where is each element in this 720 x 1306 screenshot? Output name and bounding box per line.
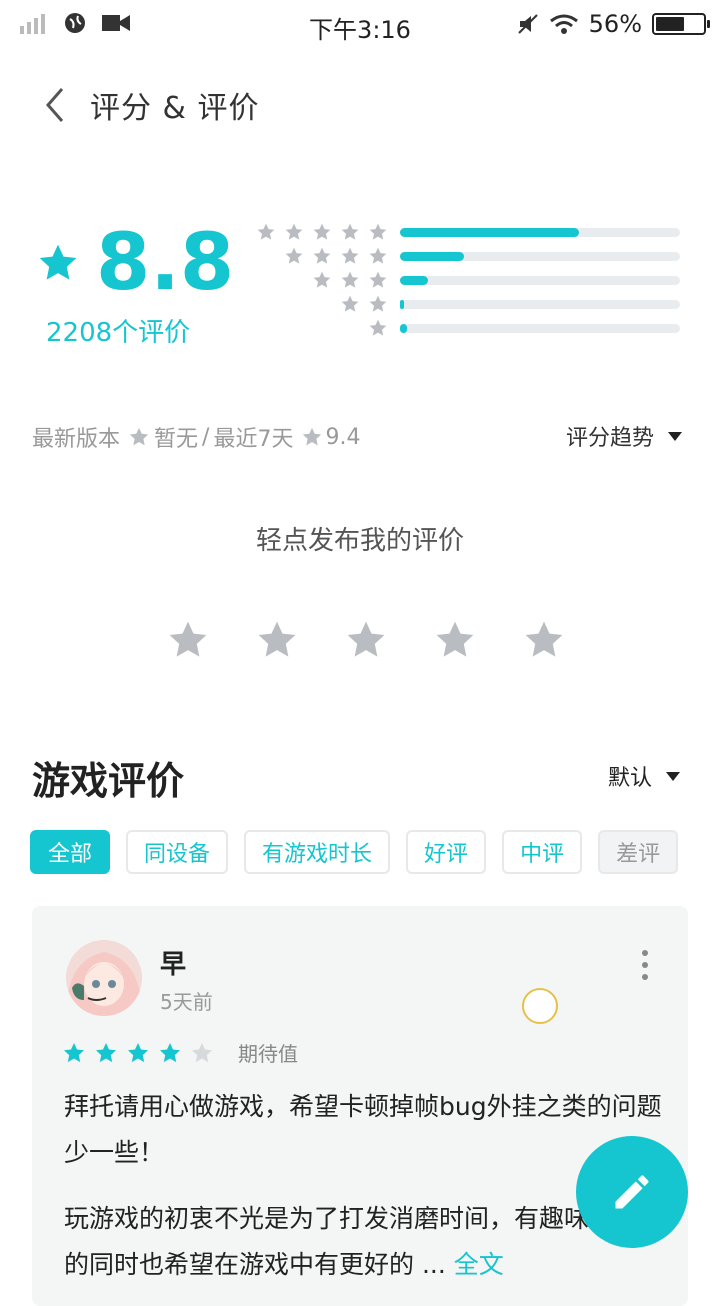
version-separator: / xyxy=(202,424,210,450)
review-text-1: 拜托请用心做游戏，希望卡顿掉帧bug外挂之类的问题少一些！ xyxy=(64,1092,662,1167)
pencil-icon xyxy=(615,1175,649,1209)
distribution-bar-fill xyxy=(400,227,580,237)
review-card[interactable]: 早 5天前 期待值 拜托请用心做游戏，希望卡顿掉帧bug外挂之类的问题少一些！ … xyxy=(32,906,688,1306)
review-star-icon xyxy=(96,1042,116,1062)
star-icon xyxy=(369,319,387,336)
page-title: 评分 & 评价 xyxy=(90,91,260,126)
touch-indicator xyxy=(522,988,558,1024)
distribution-row-5-star xyxy=(256,220,680,244)
distribution-row-2-star xyxy=(256,292,680,316)
rating-distribution xyxy=(256,220,680,340)
star-icon xyxy=(257,223,275,240)
star-icon xyxy=(313,271,331,288)
star-icon xyxy=(303,427,322,446)
star-icon xyxy=(341,295,359,312)
status-icons-right: 56% xyxy=(517,10,710,38)
sort-label: 默认 xyxy=(607,766,652,791)
distribution-bar xyxy=(400,323,680,333)
star-icon xyxy=(369,295,387,312)
star-icon xyxy=(369,223,387,240)
review-star-icon xyxy=(128,1042,148,1062)
distribution-stars xyxy=(256,294,388,314)
more-options-icon[interactable] xyxy=(642,950,648,980)
rate-star-1[interactable] xyxy=(166,618,210,662)
distribution-row-4-star xyxy=(256,244,680,268)
version-label: 最新版本 xyxy=(32,427,121,452)
full-text-link[interactable]: 全文 xyxy=(454,1250,504,1279)
distribution-bar xyxy=(400,275,680,285)
rate-star-5[interactable] xyxy=(522,618,566,662)
distribution-row-1-star xyxy=(256,316,680,340)
caret-down-icon xyxy=(666,771,680,781)
distribution-stars xyxy=(256,246,388,266)
page-header: 评分 & 评价 xyxy=(40,80,259,130)
filter-same-device[interactable]: 同设备 xyxy=(126,830,229,874)
star-icon xyxy=(129,427,149,446)
distribution-bar xyxy=(400,251,680,261)
review-tag: 期待值 xyxy=(238,1042,298,1066)
star-icon xyxy=(285,247,303,264)
overall-score: 8.8 xyxy=(96,218,235,308)
review-username[interactable]: 早 xyxy=(160,944,186,981)
rate-star-4[interactable] xyxy=(433,618,477,662)
filter-negative[interactable]: 差评 xyxy=(598,830,679,874)
distribution-stars xyxy=(256,222,388,242)
filter-all[interactable]: 全部 xyxy=(30,830,111,874)
review-star-icon xyxy=(160,1042,180,1062)
score-summary: 8.8 2208个评价 xyxy=(36,220,236,349)
distribution-stars xyxy=(256,270,388,290)
rating-trend-dropdown[interactable]: 评分趋势 xyxy=(566,420,682,452)
recent-score: 9.4 xyxy=(325,424,361,450)
filter-neutral[interactable]: 中评 xyxy=(502,830,583,874)
rate-prompt: 轻点发布我的评价 xyxy=(255,526,464,556)
recent-label: 最近7天 xyxy=(213,427,294,452)
rate-star-3[interactable] xyxy=(344,618,388,662)
review-text-2: 玩游戏的初衷不光是为了打发消磨时间，有趣味性的同时也希望在游戏中有更好的 ...… xyxy=(64,1196,624,1288)
version-info: 最新版本 暂无 / 最近7天 9.4 评分趋势 xyxy=(32,420,682,454)
review-filters: 全部 同设备 有游戏时长 好评 中评 差评 xyxy=(30,830,679,874)
battery-icon xyxy=(652,13,710,35)
distribution-bar xyxy=(400,227,680,237)
distribution-bar-fill xyxy=(400,323,407,333)
star-icon xyxy=(341,271,359,288)
status-bar: 下午3:16 56% xyxy=(0,0,720,52)
star-icon xyxy=(369,247,387,264)
star-icon xyxy=(369,271,387,288)
mute-icon xyxy=(517,14,538,34)
reviews-title: 游戏评价 xyxy=(32,759,185,803)
rate-star-2[interactable] xyxy=(255,618,299,662)
filter-with-playtime[interactable]: 有游戏时长 xyxy=(244,830,391,874)
review-star-icon xyxy=(64,1042,84,1062)
rate-stars[interactable] xyxy=(166,618,566,662)
star-icon xyxy=(313,223,331,240)
review-star-icon xyxy=(192,1042,212,1062)
back-arrow-icon[interactable] xyxy=(40,85,70,125)
caret-down-icon xyxy=(668,431,682,441)
review-rating: 期待值 xyxy=(62,1038,298,1067)
star-icon xyxy=(285,223,303,240)
avatar[interactable] xyxy=(66,940,142,1016)
distribution-stars xyxy=(256,318,388,338)
distribution-row-3-star xyxy=(256,268,680,292)
distribution-bar xyxy=(400,299,680,309)
star-icon xyxy=(39,244,77,280)
distribution-bar-fill xyxy=(400,299,405,309)
filter-positive[interactable]: 好评 xyxy=(406,830,487,874)
star-icon xyxy=(341,247,359,264)
review-time: 5天前 xyxy=(160,990,213,1014)
trend-label: 评分趋势 xyxy=(565,426,654,451)
wifi-icon xyxy=(549,14,578,34)
star-icon xyxy=(313,247,331,264)
distribution-bar-fill xyxy=(400,251,465,261)
star-icon xyxy=(341,223,359,240)
version-score: 暂无 xyxy=(154,427,199,452)
write-review-button[interactable] xyxy=(576,1136,688,1248)
distribution-bar-fill xyxy=(400,275,428,285)
review-text-2-body: 玩游戏的初衷不光是为了打发消磨时间，有趣味性的同时也希望在游戏中有更好的 ... xyxy=(64,1204,615,1279)
battery-percent: 56% xyxy=(588,10,642,38)
sort-dropdown[interactable]: 默认 xyxy=(608,760,680,792)
rating-count: 2208个评价 xyxy=(46,318,191,348)
